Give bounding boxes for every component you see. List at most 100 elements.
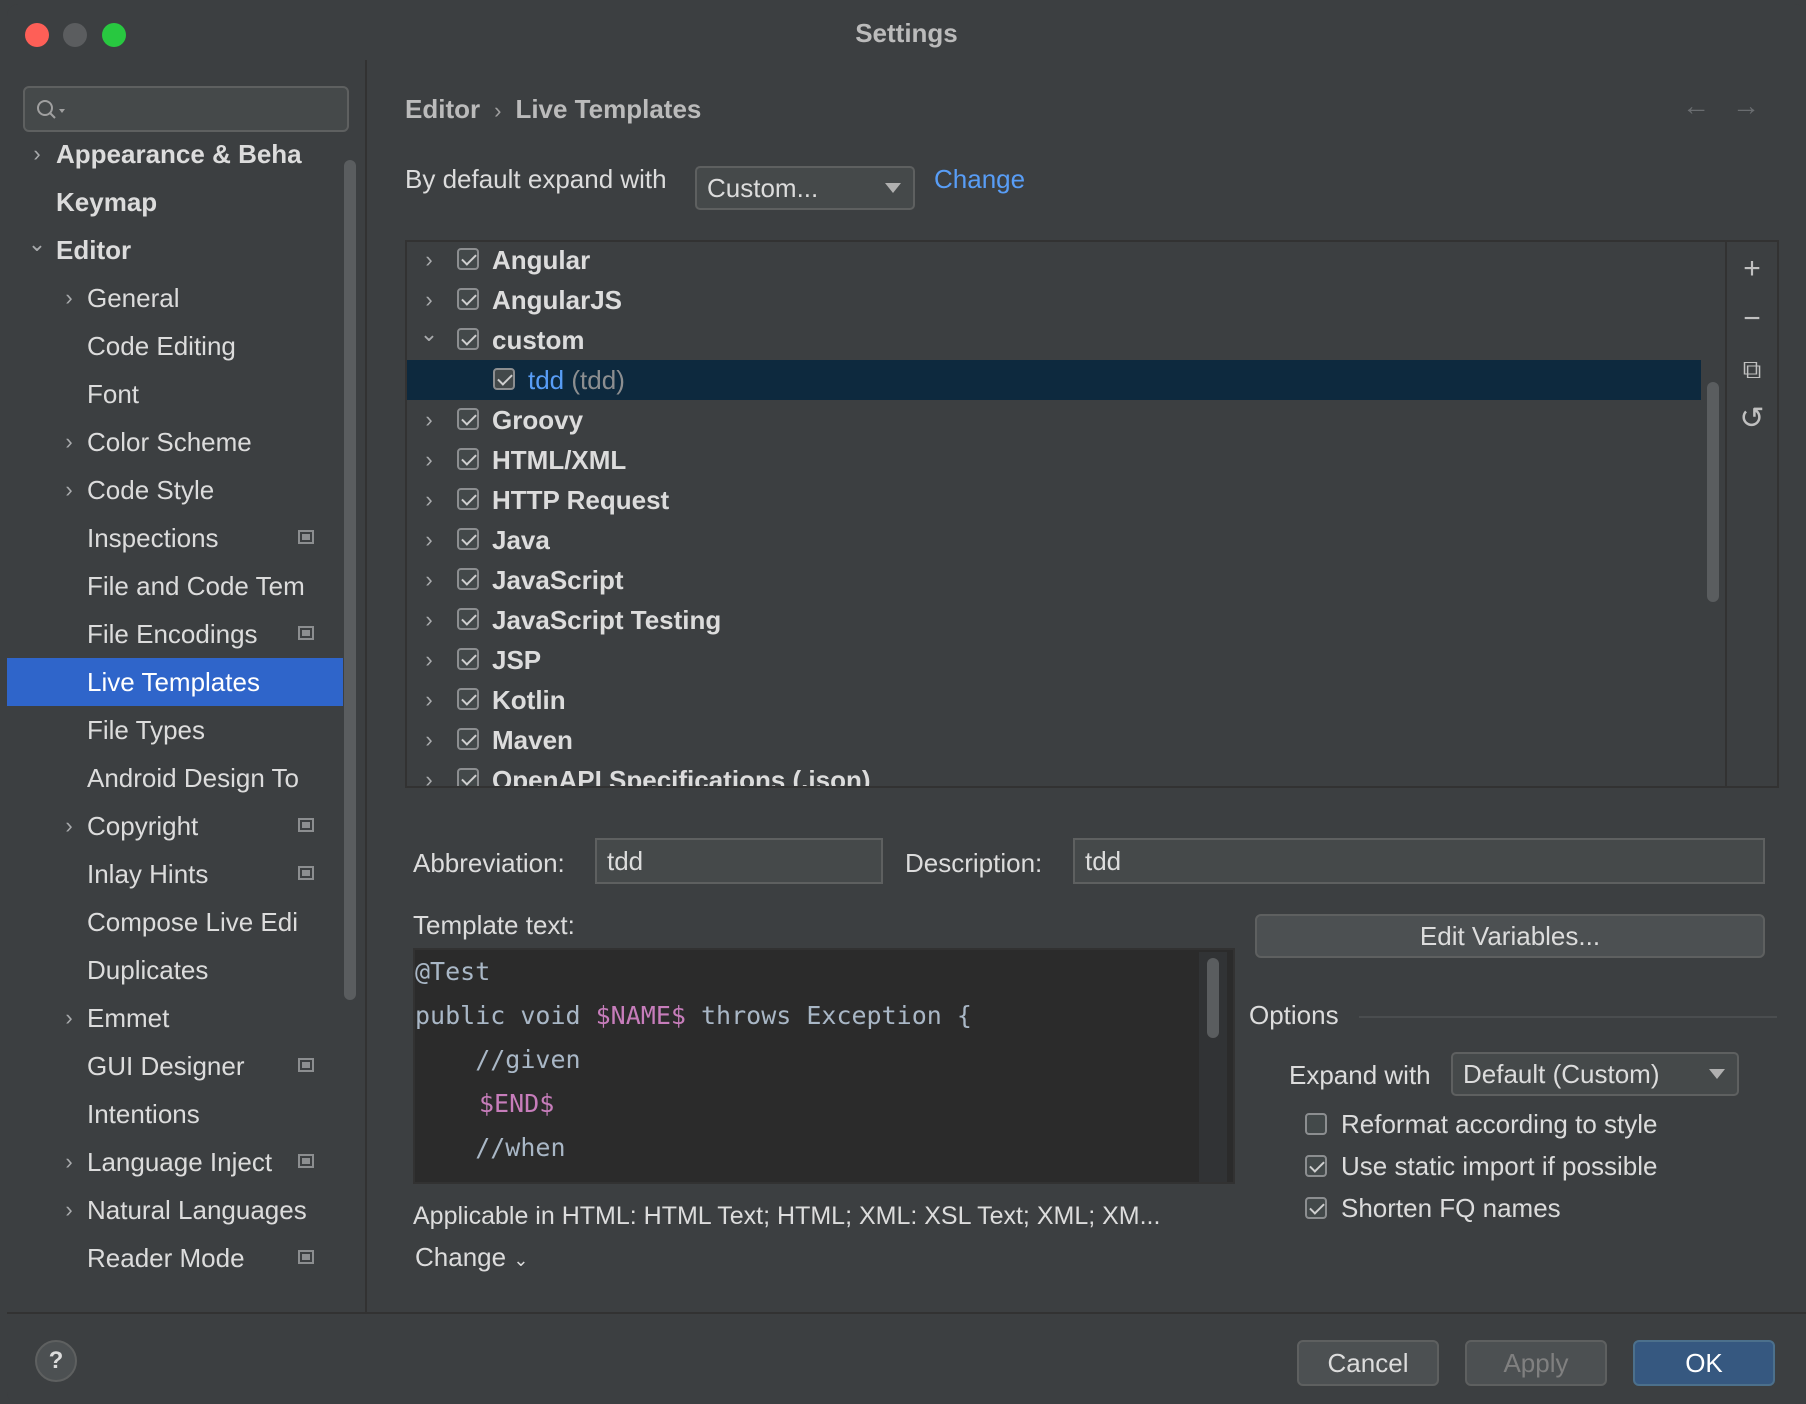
shorten-fq-checkbox[interactable]	[1305, 1197, 1327, 1219]
templates-scrollbar[interactable]	[1707, 382, 1719, 602]
sidebar-item-code-style[interactable]: › Code Style	[7, 466, 343, 514]
chevron-right-icon[interactable]: ›	[419, 560, 439, 600]
template-group-jsp[interactable]: › JSP	[407, 640, 1701, 680]
breadcrumb-editor[interactable]: Editor	[405, 94, 480, 124]
description-field[interactable]: tdd	[1073, 838, 1765, 884]
sidebar-item-editor[interactable]: ⌄ Editor	[7, 226, 343, 274]
copy-icon[interactable]: ⧉	[1735, 352, 1769, 386]
template-group-kotlin[interactable]: › Kotlin	[407, 680, 1701, 720]
sidebar-item-general[interactable]: › General	[7, 274, 343, 322]
sidebar-scrollbar[interactable]	[344, 160, 356, 1000]
template-checkbox[interactable]	[457, 528, 479, 550]
template-group-javascript[interactable]: › JavaScript	[407, 560, 1701, 600]
sidebar-item-language-injections[interactable]: › Language Inject	[7, 1138, 343, 1186]
static-import-checkbox[interactable]	[1305, 1155, 1327, 1177]
template-checkbox[interactable]	[457, 328, 479, 350]
forward-arrow-icon[interactable]: →	[1732, 90, 1782, 121]
chevron-right-icon[interactable]: ›	[419, 760, 439, 786]
template-group-groovy[interactable]: › Groovy	[407, 400, 1701, 440]
sidebar-item-emmet[interactable]: › Emmet	[7, 994, 343, 1042]
template-group-custom[interactable]: ⌄ custom	[407, 320, 1701, 360]
sidebar-item-code-editing[interactable]: Code Editing	[7, 322, 343, 370]
sidebar-item-gui-designer[interactable]: GUI Designer	[7, 1042, 343, 1090]
ok-button[interactable]: OK	[1633, 1340, 1775, 1386]
restore-icon[interactable]: ↺	[1735, 402, 1769, 436]
sidebar-item-appearance[interactable]: › Appearance & Beha	[7, 130, 343, 178]
template-group-html-xml[interactable]: › HTML/XML	[407, 440, 1701, 480]
template-group-angular[interactable]: › Angular	[407, 242, 1701, 280]
reformat-checkbox[interactable]	[1305, 1113, 1327, 1135]
template-text-editor[interactable]: @Test public void $NAME$ throws Exceptio…	[413, 948, 1235, 1184]
editor-scroll-thumb[interactable]	[1207, 958, 1219, 1038]
chevron-right-icon[interactable]: ›	[419, 640, 439, 680]
help-button[interactable]: ?	[35, 1340, 77, 1382]
expand-with-value: Default (Custom)	[1463, 1059, 1660, 1089]
window-title: Settings	[855, 18, 958, 48]
edit-variables-button[interactable]: Edit Variables...	[1255, 914, 1765, 958]
expand-with-dropdown[interactable]: Default (Custom)	[1451, 1052, 1739, 1096]
breadcrumb-separator-icon: ›	[494, 98, 502, 123]
sidebar-item-reader-mode[interactable]: Reader Mode	[7, 1234, 343, 1282]
template-group-angularjs[interactable]: › AngularJS	[407, 280, 1701, 320]
sidebar-item-copyright[interactable]: › Copyright	[7, 802, 343, 850]
change-context-link[interactable]: Change ⌄	[415, 1242, 528, 1273]
add-icon[interactable]: +	[1735, 252, 1769, 286]
template-checkbox[interactable]	[457, 488, 479, 510]
sidebar-item-font[interactable]: Font	[7, 370, 343, 418]
sidebar-item-color-scheme[interactable]: › Color Scheme	[7, 418, 343, 466]
sidebar-item-natural-languages[interactable]: › Natural Languages	[7, 1186, 343, 1234]
template-group-java[interactable]: › Java	[407, 520, 1701, 560]
template-checkbox[interactable]	[457, 408, 479, 430]
remove-icon[interactable]: −	[1735, 302, 1769, 336]
template-checkbox[interactable]	[457, 608, 479, 630]
template-group-http-request[interactable]: › HTTP Request	[407, 480, 1701, 520]
sidebar-item-android-design-tools[interactable]: Android Design To	[7, 754, 343, 802]
abbreviation-field[interactable]: tdd	[595, 838, 883, 884]
template-group-openapi-json[interactable]: › OpenAPI Specifications (.json)	[407, 760, 1701, 786]
chevron-right-icon[interactable]: ›	[419, 680, 439, 720]
sidebar-item-file-code-templates[interactable]: File and Code Tem	[7, 562, 343, 610]
back-arrow-icon[interactable]: ←	[1682, 90, 1732, 121]
code-text: throws Exception {	[685, 1001, 972, 1030]
change-expand-link[interactable]: Change	[934, 164, 1025, 195]
template-checkbox[interactable]	[457, 568, 479, 590]
template-group-javascript-testing[interactable]: › JavaScript Testing	[407, 600, 1701, 640]
settings-search-input[interactable]	[23, 86, 349, 132]
templates-tree: › Angular › AngularJS ⌄ custom tdd (tdd) › G…	[405, 240, 1779, 788]
template-checkbox[interactable]	[457, 768, 479, 786]
sidebar-item-inspections[interactable]: Inspections	[7, 514, 343, 562]
chevron-right-icon[interactable]: ›	[419, 242, 439, 280]
cancel-button[interactable]: Cancel	[1297, 1340, 1439, 1386]
sidebar-item-duplicates[interactable]: Duplicates	[7, 946, 343, 994]
chevron-right-icon[interactable]: ›	[419, 520, 439, 560]
chevron-right-icon[interactable]: ›	[419, 400, 439, 440]
sidebar-item-inlay-hints[interactable]: Inlay Hints	[7, 850, 343, 898]
sidebar-item-file-encodings[interactable]: File Encodings	[7, 610, 343, 658]
default-expand-dropdown[interactable]: Custom...	[695, 166, 915, 210]
editor-scrollbar[interactable]	[1199, 952, 1227, 1182]
title-bar: Settings	[7, 4, 1806, 60]
sidebar-item-live-templates[interactable]: Live Templates	[7, 658, 343, 706]
sidebar-item-file-types[interactable]: File Types	[7, 706, 343, 754]
chevron-down-icon[interactable]: ⌄	[419, 314, 439, 354]
template-group-name: HTML/XML	[492, 445, 627, 475]
sidebar-item-compose-live-edit[interactable]: Compose Live Edi	[7, 898, 343, 946]
template-checkbox[interactable]	[457, 728, 479, 750]
live-templates-panel: Editor › Live Templates ←→ By default expa…	[367, 60, 1806, 1312]
template-checkbox[interactable]	[457, 288, 479, 310]
sidebar-item-intentions[interactable]: Intentions	[7, 1090, 343, 1138]
template-checkbox[interactable]	[493, 368, 515, 390]
template-checkbox[interactable]	[457, 648, 479, 670]
template-checkbox[interactable]	[457, 248, 479, 270]
code-variable: $NAME$	[595, 1001, 686, 1030]
template-checkbox[interactable]	[457, 448, 479, 470]
chevron-right-icon[interactable]: ›	[419, 480, 439, 520]
sidebar-item-keymap[interactable]: Keymap	[7, 178, 343, 226]
chevron-right-icon[interactable]: ›	[419, 600, 439, 640]
template-checkbox[interactable]	[457, 688, 479, 710]
apply-button[interactable]: Apply	[1465, 1340, 1607, 1386]
chevron-right-icon[interactable]: ›	[419, 720, 439, 760]
template-tdd[interactable]: tdd (tdd)	[407, 360, 1701, 400]
template-group-maven[interactable]: › Maven	[407, 720, 1701, 760]
chevron-right-icon[interactable]: ›	[419, 440, 439, 480]
